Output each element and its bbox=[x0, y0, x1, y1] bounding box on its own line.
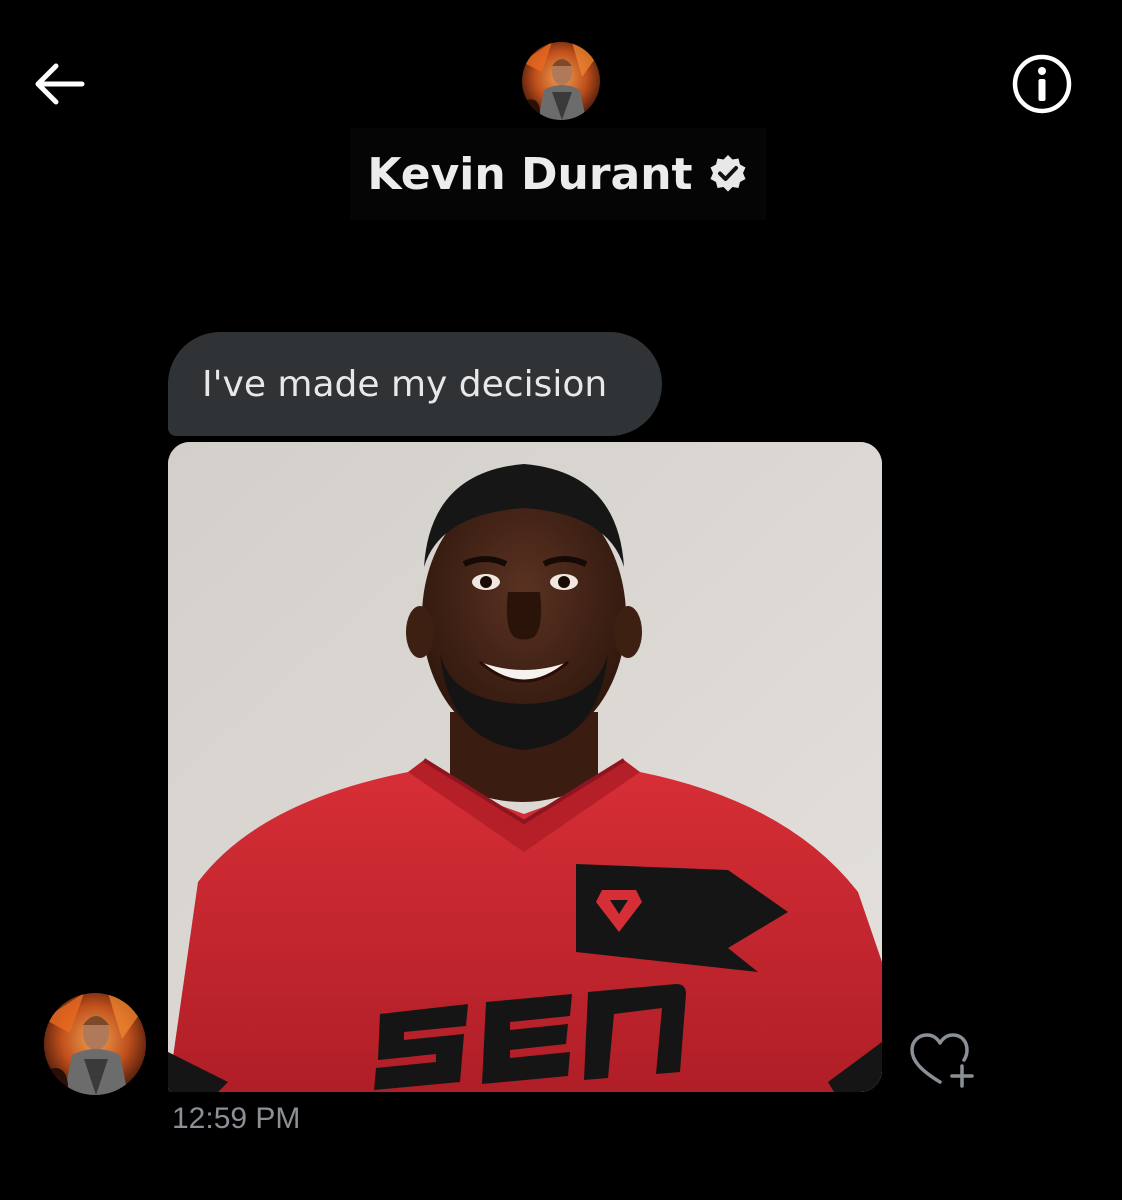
sender-avatar[interactable] bbox=[44, 993, 146, 1095]
message-image[interactable] bbox=[168, 442, 882, 1092]
info-button[interactable] bbox=[1010, 52, 1074, 116]
message-bubble[interactable]: I've made my decision bbox=[168, 332, 662, 436]
verified-badge-icon bbox=[710, 155, 746, 192]
heart-add-icon bbox=[910, 1033, 974, 1088]
contact-avatar[interactable] bbox=[522, 42, 600, 120]
back-button[interactable] bbox=[30, 60, 86, 108]
add-reaction-button[interactable] bbox=[906, 1030, 978, 1090]
info-circle-icon bbox=[1012, 54, 1072, 114]
conversation-header[interactable]: Kevin Durant bbox=[350, 128, 766, 220]
arrow-left-icon bbox=[35, 63, 85, 105]
contact-name: Kevin Durant bbox=[367, 148, 693, 200]
message-timestamp: 12:59 PM bbox=[172, 1102, 301, 1135]
message-text: I've made my decision bbox=[202, 363, 608, 405]
